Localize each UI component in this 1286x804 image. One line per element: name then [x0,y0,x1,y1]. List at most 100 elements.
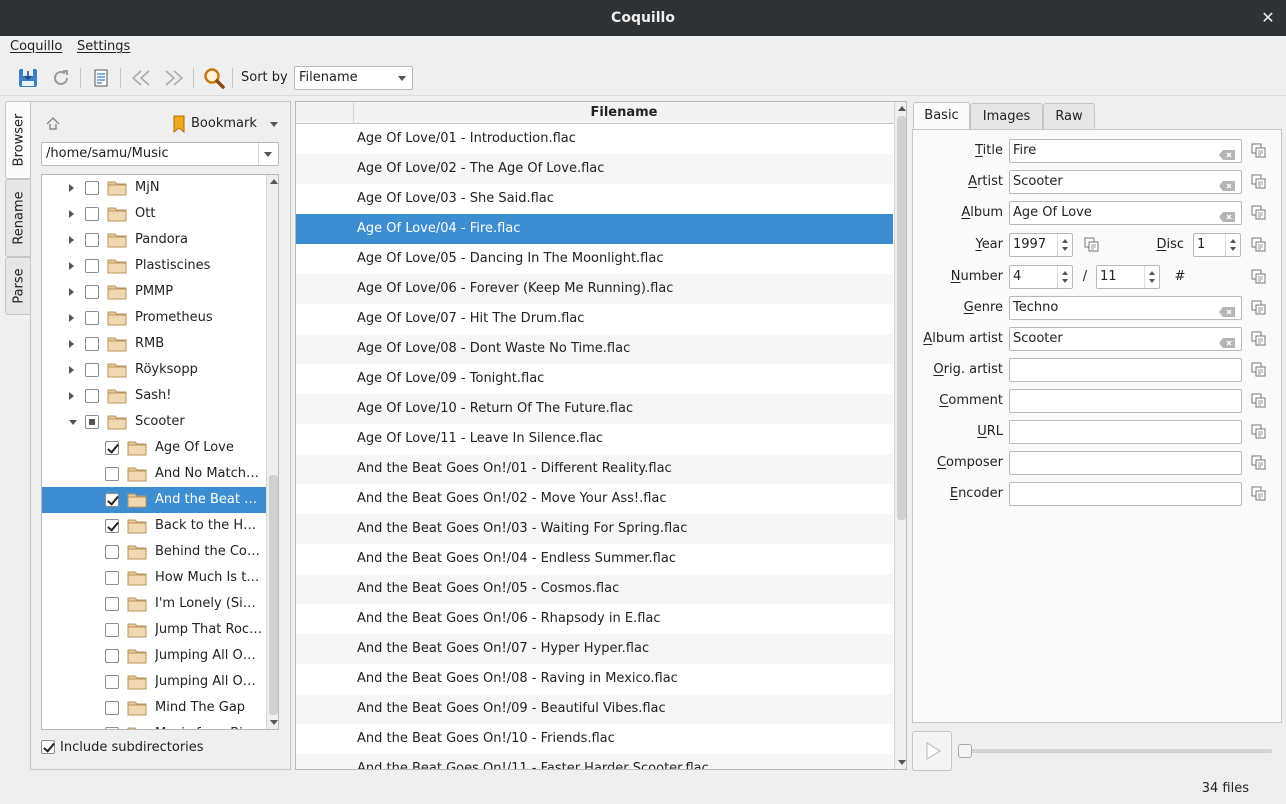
file-row[interactable]: Age Of Love/10 - Return Of The Future.fl… [296,394,893,424]
copy-year-button[interactable] [1084,237,1100,253]
album-field[interactable]: Age Of Love [1009,201,1242,225]
folder-tree[interactable]: MjN Ott Pandora Plastiscines PMMP Prometheus R… [41,174,279,730]
file-row[interactable]: And the Beat Goes On!/08 - Raving in Mex… [296,664,893,694]
spin-down-icon[interactable] [1230,247,1236,251]
tab-browser[interactable]: Browser [5,101,31,179]
save-button[interactable] [15,65,41,91]
file-list-scrollbar[interactable] [894,102,906,769]
file-row[interactable]: And the Beat Goes On!/03 - Waiting For S… [296,514,893,544]
spin-up-icon[interactable] [1230,239,1236,243]
tree-row[interactable]: Scooter [42,409,266,435]
chevron-right-icon[interactable] [69,366,74,374]
file-row[interactable]: Age Of Love/07 - Hit The Drum.flac [296,304,893,334]
file-row[interactable]: Age Of Love/01 - Introduction.flac [296,124,893,154]
file-row[interactable]: Age Of Love/08 - Dont Waste No Time.flac [296,334,893,364]
tree-checkbox[interactable] [85,415,99,429]
tree-checkbox[interactable] [85,233,99,247]
seek-slider-track[interactable] [960,749,1272,753]
clear-album-icon[interactable] [1219,208,1235,222]
composer-field[interactable] [1009,451,1242,475]
tree-checkbox[interactable] [105,649,119,663]
file-row[interactable]: And the Beat Goes On!/05 - Cosmos.flac [296,574,893,604]
chevron-right-icon[interactable] [69,288,74,296]
tab-rename[interactable]: Rename [5,179,31,257]
chevron-right-icon[interactable] [69,184,74,192]
url-field[interactable] [1009,420,1242,444]
tree-row[interactable]: MjN [42,175,266,201]
copy-album-button[interactable] [1251,205,1267,221]
tree-row[interactable]: Prometheus [42,305,266,331]
tree-checkbox[interactable] [85,311,99,325]
clear-album_artist-icon[interactable] [1219,334,1235,348]
tree-row[interactable]: How Much Is t… [42,565,266,591]
tree-row[interactable]: Ott [42,201,266,227]
copy-encoder-button[interactable] [1251,486,1267,502]
close-window-button[interactable]: ✕ [1260,0,1276,36]
chevron-right-icon[interactable] [69,262,74,270]
tree-row[interactable]: And No Match… [42,461,266,487]
copy-title-button[interactable] [1251,143,1267,159]
spin-down-icon[interactable] [1062,279,1068,283]
tree-checkbox[interactable] [105,467,119,481]
tree-checkbox[interactable] [105,597,119,611]
disc-spinbox[interactable]: 1 [1193,233,1241,257]
copy-comment-button[interactable] [1251,393,1267,409]
menu-coquillo[interactable]: Coquillo [10,39,62,54]
file-row[interactable]: Age Of Love/09 - Tonight.flac [296,364,893,394]
tab-basic[interactable]: Basic [913,102,970,129]
spin-up-icon[interactable] [1062,239,1068,243]
copy-genre-button[interactable] [1251,300,1267,316]
tree-row[interactable]: And the Beat … [42,487,266,513]
file-row[interactable]: Age Of Love/06 - Forever (Keep Me Runnin… [296,274,893,304]
play-button[interactable] [912,731,952,771]
chevron-right-icon[interactable] [69,392,74,400]
search-button[interactable] [201,65,227,91]
tree-checkbox[interactable] [85,363,99,377]
clear-genre-icon[interactable] [1219,303,1235,317]
tree-row[interactable]: Pandora [42,227,266,253]
tree-checkbox[interactable] [85,337,99,351]
tree-checkbox[interactable] [85,259,99,273]
tree-row[interactable]: Mind The Gap [42,695,266,721]
copy-url-button[interactable] [1251,424,1267,440]
path-input[interactable]: /home/samu/Music [41,142,279,166]
tree-row[interactable]: I'm Lonely (Si… [42,591,266,617]
title-field[interactable]: Fire [1009,139,1242,163]
file-row[interactable]: And the Beat Goes On!/04 - Endless Summe… [296,544,893,574]
undo-button[interactable] [128,65,154,91]
spin-down-icon[interactable] [1062,247,1068,251]
tree-checkbox[interactable] [105,623,119,637]
tree-row[interactable]: RMB [42,331,266,357]
tree-checkbox[interactable] [105,675,119,689]
file-row[interactable]: Age Of Love/02 - The Age Of Love.flac [296,154,893,184]
redo-button[interactable] [161,65,187,91]
chevron-down-icon[interactable] [69,420,77,425]
tree-checkbox[interactable] [105,545,119,559]
copy-album_artist-button[interactable] [1251,331,1267,347]
tab-images[interactable]: Images [970,103,1043,129]
tab-parse[interactable]: Parse [5,257,31,315]
tree-row[interactable]: Jump That Roc… [42,617,266,643]
reload-button[interactable] [48,65,74,91]
copy-number-button[interactable] [1251,269,1267,285]
tree-checkbox[interactable] [105,519,119,533]
chevron-right-icon[interactable] [69,340,74,348]
tree-row[interactable]: Behind the Co… [42,539,266,565]
filename-column-header[interactable]: Filename [296,102,894,124]
tree-checkbox[interactable] [85,181,99,195]
include-subdirectories-checkbox[interactable] [41,740,55,754]
spin-up-icon[interactable] [1062,271,1068,275]
chevron-right-icon[interactable] [69,210,74,218]
tree-scrollbar[interactable] [266,175,278,729]
spin-up-icon[interactable] [1149,271,1155,275]
clear-title-icon[interactable] [1219,146,1235,160]
tab-raw[interactable]: Raw [1043,103,1095,129]
chevron-right-icon[interactable] [69,236,74,244]
number-spinbox[interactable]: 4 [1009,265,1073,289]
clear-artist-icon[interactable] [1219,177,1235,191]
file-list[interactable]: Filename Age Of Love/01 - Introduction.f… [295,101,907,770]
tree-checkbox[interactable] [105,441,119,455]
tree-checkbox[interactable] [105,727,119,729]
chevron-right-icon[interactable] [69,314,74,322]
sort-select[interactable]: Filename [294,66,413,90]
